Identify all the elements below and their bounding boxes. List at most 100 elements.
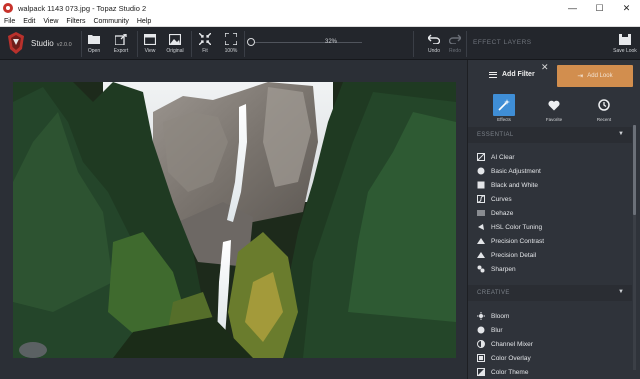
filter-label: Dehaze [491,209,514,217]
add-filter-label: Add Filter [502,71,535,78]
brand-version: v2.0.0 [56,42,72,48]
filter-label: HSL Color Tuning [491,223,543,231]
panel-scrollbar[interactable] [633,125,636,370]
filter-basic-adjustment[interactable]: Basic Adjustment [468,164,632,178]
menu-file[interactable]: File [0,18,19,25]
filter-color-overlay[interactable]: Color Overlay [468,351,632,365]
brand-label: Studio v2.0.0 [31,39,72,48]
photo-preview[interactable] [13,82,456,358]
tab-effects-label: Effects [497,117,511,122]
tab-recent[interactable]: Recent [584,94,624,124]
zoom-slider[interactable] [247,38,362,46]
maximize-button[interactable]: ☐ [586,0,613,16]
close-button[interactable]: ✕ [613,0,640,16]
zoom-value: 32% [325,39,338,45]
undo-label: Undo [428,48,440,54]
toolbar: Studio v2.0.0 Open Export View Original F… [0,27,640,60]
filter-sharpen[interactable]: Sharpen [468,262,632,276]
zoom-slider-track [250,42,362,43]
filter-black-and-white[interactable]: Black and White [468,178,632,192]
redo-label: Redo [449,48,461,54]
add-look-button[interactable]: ⇥ Add Look [557,65,633,87]
filter-label: Precision Contrast [491,237,545,245]
minimize-button[interactable]: — [559,0,586,16]
chevron-down-icon: ▼ [618,289,624,295]
menu-filters[interactable]: Filters [62,18,89,25]
filter-bloom[interactable]: Bloom [468,309,632,323]
curves-icon [477,195,485,203]
circle-icon [477,167,485,175]
section-creative-header[interactable]: CREATIVE ▼ [468,285,632,301]
view-icon [143,33,157,45]
menu-view[interactable]: View [39,18,62,25]
fit-label: Fit [202,48,208,54]
ai-clear-icon [477,153,485,161]
save-look-label: Save Look [613,48,637,54]
filter-curves[interactable]: Curves [468,192,632,206]
filter-panel: ✕ Add Filter ⇥ Add Look Effects Favorite… [467,60,640,379]
color-theme-icon [477,368,485,376]
close-panel-icon[interactable]: ✕ [541,62,549,73]
tab-favorite-label: Favorite [545,117,563,122]
filter-label: Curves [491,195,512,203]
filter-categories: Effects Favorite Recent [468,94,640,126]
add-look-label: Add Look [587,73,613,79]
menu-help[interactable]: Help [133,18,155,25]
image-icon [168,33,182,45]
original-label: Original [166,48,184,54]
panel-scrollbar-thumb[interactable] [633,125,636,215]
square-icon [477,181,485,189]
export-button[interactable]: Export [106,33,136,57]
app-icon [3,3,13,13]
essential-filter-list: AI Clear Basic Adjustment Black and Whit… [468,150,632,276]
section-essential-title: ESSENTIAL [477,132,514,138]
menu-bar: File Edit View Filters Community Help [0,16,640,27]
add-filter-header[interactable]: Add Filter [489,71,535,78]
tab-favorite[interactable]: Favorite [534,94,574,124]
clock-icon [593,94,615,116]
tab-effects[interactable]: Effects [484,94,524,124]
waterfall-photo [13,82,456,358]
filter-label: Color Overlay [491,354,531,362]
filter-label: Sharpen [491,265,516,273]
export-icon [114,33,128,45]
section-essential-header[interactable]: ESSENTIAL ▼ [468,127,632,143]
effect-layers-heading: EFFECT LAYERS [473,39,532,46]
creative-filter-list: Bloom Blur Channel Mixer Color Overlay C… [468,309,632,379]
undo-icon [427,33,441,45]
topaz-logo-icon [8,32,24,54]
window-title: walpack 1143 073.jpg - Topaz Studio 2 [18,3,147,13]
zoom-100-button[interactable]: 100% [216,33,246,57]
filter-label: Basic Adjustment [491,167,541,175]
heart-icon [543,94,565,116]
folder-icon [87,33,101,45]
dehaze-icon [477,209,485,217]
filter-hsl-color-tuning[interactable]: HSL Color Tuning [468,220,632,234]
filter-label: Channel Mixer [491,340,533,348]
canvas-area[interactable] [0,61,467,379]
filter-precision-detail[interactable]: Precision Detail [468,248,632,262]
filter-ai-clear[interactable]: AI Clear [468,150,632,164]
color-overlay-icon [477,354,485,362]
hsl-icon [477,223,485,231]
contrast-icon [477,237,485,245]
bloom-icon [477,312,485,320]
menu-edit[interactable]: Edit [19,18,39,25]
chevron-down-icon: ▼ [618,131,624,137]
original-button[interactable]: Original [160,33,190,57]
open-button[interactable]: Open [79,33,109,57]
expand-icon [224,33,238,45]
menu-community[interactable]: Community [89,18,132,25]
filter-blur[interactable]: Blur [468,323,632,337]
add-look-icon: ⇥ [577,73,584,80]
save-look-button[interactable]: Save Look [610,33,640,57]
filter-dehaze[interactable]: Dehaze [468,206,632,220]
filter-precision-contrast[interactable]: Precision Contrast [468,234,632,248]
wand-icon [493,94,515,116]
filter-color-theme[interactable]: Color Theme [468,365,632,379]
filter-channel-mixer[interactable]: Channel Mixer [468,337,632,351]
add-filter-icon [489,71,497,78]
blur-icon [477,326,485,334]
zoom-slider-knob[interactable] [247,38,255,46]
tab-recent-label: Recent [596,117,612,122]
